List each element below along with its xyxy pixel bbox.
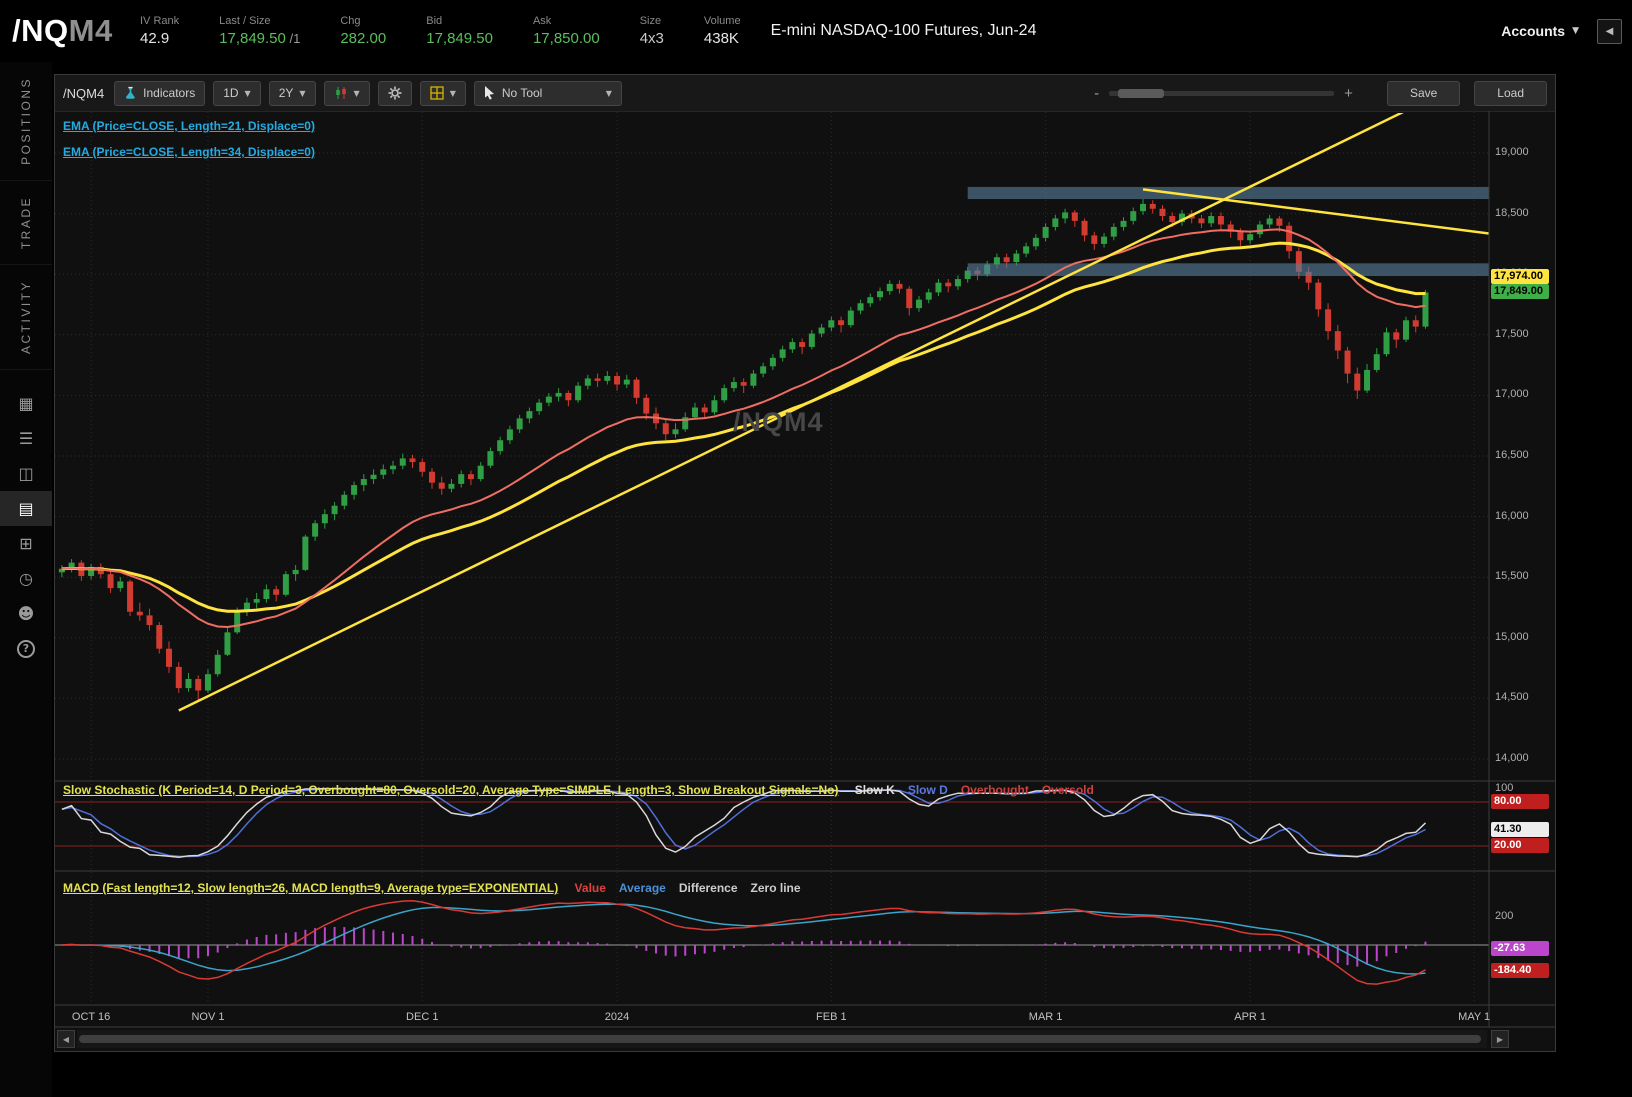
quote-field-value: 17,849.50 /1 — [219, 30, 301, 47]
chevron-down-icon: ▼ — [299, 88, 306, 98]
indicators-button[interactable]: Indicators — [114, 80, 206, 106]
quote-field-value: 42.9 — [140, 30, 170, 47]
charts-icon[interactable]: ▤ — [0, 491, 52, 527]
grid-layout-dropdown[interactable]: ▼ — [419, 80, 466, 106]
symbol-month: M4 — [68, 13, 113, 48]
trade-ticket-icon[interactable]: ◫ — [0, 456, 52, 491]
time-scrollbar: ◀ ▶ — [55, 1029, 1555, 1049]
chart-widget: /NQM4 Indicators 1D ▼ 2Y ▼ ▼ ▼ No Tool ▼… — [54, 74, 1556, 1052]
chevron-down-icon: ▼ — [353, 88, 360, 98]
top-header: /NQM4 IV Rank 42.9 Last / Size 17,849.50 /1… — [0, 0, 1632, 62]
sidebar-tabs: POSITIONS TRADE ACTIVITY — [0, 62, 52, 371]
community-icon[interactable]: ☻ — [0, 596, 52, 631]
timeframe-dropdown[interactable]: 1D ▼ — [213, 80, 261, 106]
symbol-title: /NQM4 — [12, 13, 140, 49]
quote-field-label: IV Rank — [140, 15, 180, 27]
chevron-down-icon: ▼ — [449, 88, 456, 98]
drawing-tool-dropdown[interactable]: No Tool ▼ — [473, 80, 622, 106]
sidebar-tab-label: ACTIVITY — [19, 280, 33, 355]
quote-field: Size 4x3 — [640, 15, 664, 47]
candlestick-icon — [335, 87, 346, 99]
price-chart-canvas[interactable] — [55, 75, 1555, 1051]
quote-field: Volume 438K — [704, 15, 741, 47]
quote-field: Bid 17,849.50 — [426, 15, 493, 47]
chart-toolbar: /NQM4 Indicators 1D ▼ 2Y ▼ ▼ ▼ No Tool ▼… — [55, 75, 1555, 111]
quote-field-label: Bid — [426, 15, 443, 27]
quote-field-label: Ask — [532, 15, 552, 27]
quote-field-value: 17,849.50 — [426, 30, 493, 47]
accounts-label: Accounts — [1501, 23, 1566, 39]
quote-field-label: Chg — [340, 15, 361, 27]
quote-field-value: 438K — [703, 30, 739, 47]
history-icon[interactable]: ◷ — [0, 561, 52, 596]
sidebar-tab-label: TRADE — [19, 195, 33, 250]
quote-field-value: 4x3 — [639, 30, 664, 47]
help-icon[interactable]: ? — [0, 631, 52, 666]
scrollbar-track[interactable] — [77, 1030, 1487, 1048]
cursor-icon — [484, 86, 494, 100]
quote-field: Last / Size 17,849.50 /1 — [219, 15, 300, 47]
watchlist-icon[interactable]: ☰ — [0, 421, 52, 456]
quote-field: Chg 282.00 — [340, 15, 386, 47]
collapse-panel-button[interactable]: ◀ — [1597, 18, 1622, 44]
sidebar-tab-activity[interactable]: ACTIVITY — [0, 265, 52, 371]
left-sidebar: POSITIONS TRADE ACTIVITY ▦ ☰ ◫ ▤ ⊞ ◷ ☻? — [0, 62, 52, 1097]
scroll-right-button[interactable]: ▶ — [1491, 1030, 1509, 1048]
sidebar-tab-label: POSITIONS — [19, 77, 33, 165]
toolbar-symbol: /NQM4 — [63, 85, 105, 101]
quote-field-label: Last / Size — [219, 15, 271, 27]
load-button[interactable]: Load — [1474, 80, 1547, 106]
chart-settings-button[interactable] — [377, 80, 412, 106]
zoom-out-button[interactable]: - — [1094, 85, 1099, 102]
quote-field-value: 282.00 — [340, 30, 387, 47]
quote-fields: IV Rank 42.9 Last / Size 17,849.50 /1 Chg 282… — [140, 15, 741, 47]
sidebar-tab-trade[interactable]: TRADE — [0, 181, 52, 266]
sidebar-tab-positions[interactable]: POSITIONS — [0, 62, 52, 181]
range-dropdown[interactable]: 2Y ▼ — [268, 80, 316, 106]
chart-style-dropdown[interactable]: ▼ — [323, 80, 370, 106]
sidebar-icons: ▦ ☰ ◫ ▤ ⊞ ◷ ☻? — [0, 386, 52, 666]
quote-field-label: Volume — [703, 15, 741, 27]
calculator-icon[interactable]: ▦ — [0, 386, 52, 421]
zoom-slider-thumb[interactable] — [1118, 88, 1165, 98]
quote-field: IV Rank 42.9 — [140, 15, 179, 47]
chevron-down-icon: ▼ — [1572, 26, 1579, 36]
accounts-menu[interactable]: Accounts ▼ — [1501, 23, 1579, 39]
scrollbar-thumb[interactable] — [79, 1035, 1481, 1043]
flask-icon — [126, 86, 135, 99]
quote-field-label: Size — [639, 15, 662, 27]
zoom-slider[interactable] — [1109, 88, 1335, 98]
chevron-down-icon: ▼ — [605, 88, 612, 98]
zoom-in-button[interactable]: + — [1344, 85, 1353, 102]
grid-icon — [430, 86, 444, 100]
quote-field: Ask 17,850.00 — [533, 15, 600, 47]
scroll-left-button[interactable]: ◀ — [57, 1030, 75, 1048]
save-button[interactable]: Save — [1386, 80, 1461, 106]
zoom-control: - + — [1094, 85, 1353, 102]
gear-icon — [388, 86, 402, 100]
chevron-down-icon: ▼ — [244, 88, 251, 98]
contract-description: E-mini NASDAQ-100 Futures, Jun-24 — [770, 22, 1037, 39]
quote-field-value: 17,850.00 — [532, 30, 600, 47]
symbol-root: /NQ — [12, 13, 69, 48]
apps-grid-icon[interactable]: ⊞ — [0, 526, 52, 561]
